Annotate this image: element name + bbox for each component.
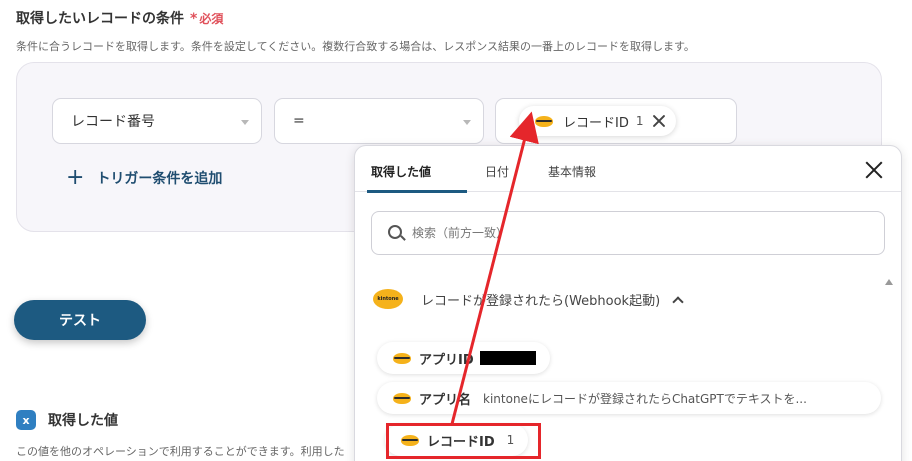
acquired-values-icon: x [16, 410, 36, 430]
acquired-values-title-text: 取得した値 [48, 413, 118, 429]
add-trigger-label: トリガー条件を追加 [96, 171, 223, 187]
kintone-bird-icon [391, 392, 413, 405]
scroll-up-icon[interactable] [885, 279, 893, 285]
acquired-values-title: x 取得した値 [16, 410, 118, 430]
acquired-values-description: この値を他のオペレーションで利用することができます。利用した [16, 445, 345, 458]
field-select-value: レコード番号 [71, 114, 155, 130]
source-group-header[interactable]: kintone レコードが登録されたら(Webhook起動) [373, 289, 684, 309]
tab-acquired-values[interactable]: 取得した値 [371, 163, 431, 180]
tab-basic-info[interactable]: 基本情報 [548, 163, 596, 180]
redacted-value [479, 351, 536, 365]
value-chip-label: レコードID [563, 115, 629, 131]
chevron-up-icon [672, 295, 684, 308]
add-trigger-condition-button[interactable]: + トリガー条件を追加 [66, 165, 223, 190]
kintone-bird-icon [391, 352, 413, 365]
required-star-icon: * [190, 11, 198, 27]
field-item-value: kintoneにレコードが登録されたらChatGPTでテキストを... [483, 391, 807, 406]
field-item-name: アプリ名 [419, 392, 472, 408]
plus-icon: + [66, 165, 85, 190]
section-description: 条件に合うレコードを取得します。条件を設定してください。複数行合致する場合は、レ… [16, 40, 695, 53]
field-item-app-id[interactable]: アプリID [377, 342, 550, 374]
close-icon[interactable] [865, 161, 883, 179]
operator-select[interactable]: = [274, 98, 484, 144]
section-title-text: 取得したいレコードの条件 [16, 11, 184, 27]
field-item-app-name[interactable]: アプリ名 kintoneにレコードが登録されたらChatGPTでテキストを... [377, 382, 881, 414]
kintone-logo-icon: kintone [373, 289, 403, 309]
value-chip[interactable]: レコードID 1 [519, 106, 676, 136]
required-label: 必須 [199, 12, 224, 26]
source-group-label: レコードが登録されたら(Webhook起動) [421, 293, 661, 309]
value-picker-panel: 取得した値 日付 基本情報 kintone レコードが登録されたら(Webhoo… [354, 145, 902, 461]
operator-select-value: = [293, 113, 305, 129]
kintone-bird-icon [533, 115, 555, 128]
caret-down-icon [241, 120, 249, 125]
value-chip-value: 1 [635, 114, 644, 128]
required-badge: * 必須 [190, 11, 224, 27]
picker-tabs: 取得した値 日付 基本情報 [355, 146, 901, 193]
kintone-logo-text: kintone [377, 296, 399, 302]
search-icon [388, 225, 402, 239]
section-title: 取得したいレコードの条件 * 必須 [16, 8, 223, 28]
search-input[interactable] [371, 211, 885, 255]
test-button[interactable]: テスト [14, 300, 146, 340]
tab-date[interactable]: 日付 [485, 163, 509, 180]
caret-down-icon [463, 120, 471, 125]
field-item-name: アプリID [419, 352, 474, 368]
field-select[interactable]: レコード番号 [52, 98, 262, 144]
highlight-box [386, 423, 541, 459]
active-tab-indicator [367, 190, 467, 193]
remove-chip-icon[interactable] [652, 114, 666, 128]
